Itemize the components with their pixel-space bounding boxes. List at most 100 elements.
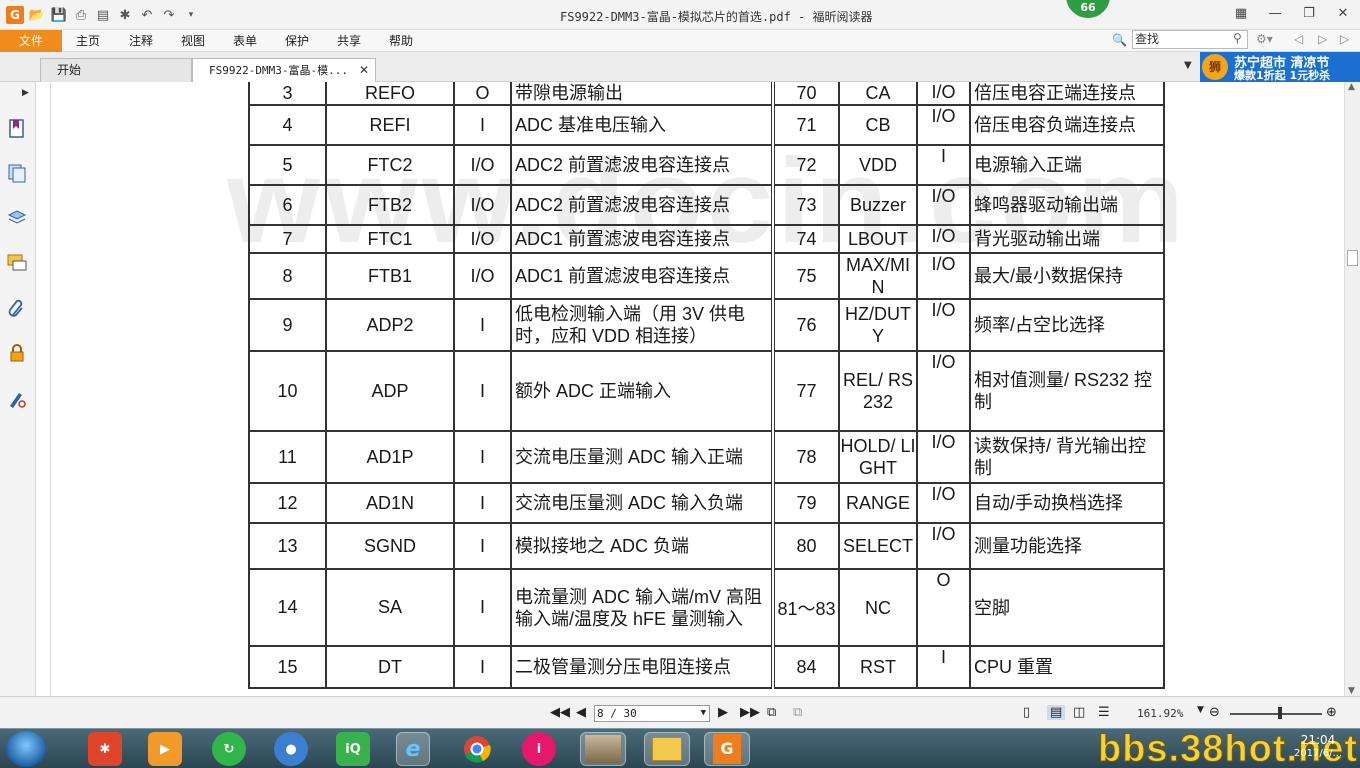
- menu-help[interactable]: 帮助: [389, 30, 413, 52]
- taskbar-chrome-icon[interactable]: [460, 732, 494, 766]
- taskbar-video-player-icon[interactable]: ▶: [148, 732, 182, 766]
- notification-badge[interactable]: 66: [1066, 0, 1110, 18]
- previous-page-icon[interactable]: ◀: [576, 705, 586, 720]
- properties-icon[interactable]: ▤: [94, 6, 112, 24]
- close-button[interactable]: ✕: [1326, 0, 1360, 26]
- table-cell-name2: HZ/DUTY: [838, 298, 918, 352]
- first-page-icon[interactable]: ◀◀: [550, 705, 570, 720]
- zoom-in-icon[interactable]: ⊕: [1326, 705, 1337, 720]
- find-icon[interactable]: 🔍: [1112, 33, 1128, 49]
- advertisement-banner[interactable]: 狮 苏宁超市 清凉节 爆款1折起 1元秒杀: [1200, 52, 1360, 82]
- table-cell-no: 12: [248, 482, 327, 524]
- system-clock[interactable]: 21:04 2017/6/...: [1288, 733, 1348, 761]
- scroll-down-icon[interactable]: ▼: [1348, 686, 1355, 696]
- table-cell-name2: SELECT: [838, 522, 918, 570]
- page-left-edge: [50, 82, 51, 696]
- comments-icon[interactable]: [6, 252, 28, 274]
- tab-list-chevron-down-icon[interactable]: ▼: [1184, 60, 1192, 71]
- search-input[interactable]: 查找: [1132, 30, 1248, 49]
- table-row: 11 AD1P I 交流电压量测 ADC 输入正端 78 HOLD/ LIGHT I/O 读数…: [248, 430, 1165, 484]
- table-row: 14 SA I 电流量测 ADC 输入端/mV 高阻输入端/温度及 hFE 量测输入 8…: [248, 568, 1165, 647]
- taskbar-ie-icon[interactable]: e: [396, 732, 430, 766]
- minimize-button[interactable]: —: [1258, 0, 1292, 26]
- print-icon[interactable]: ⎙: [72, 6, 90, 24]
- save-icon[interactable]: 💾: [50, 6, 68, 24]
- zoom-dropdown-icon[interactable]: ▼: [1197, 705, 1204, 715]
- taskbar-photo-icon[interactable]: [580, 732, 626, 766]
- page-number-field[interactable]: 8 / 30 ▼: [594, 705, 710, 722]
- back-icon[interactable]: ◁: [1294, 32, 1303, 46]
- tab-start-label: 开始: [57, 63, 82, 77]
- scroll-up-icon[interactable]: ▲: [1348, 82, 1355, 92]
- table-cell-desc: 二极管量测分压电阻连接点: [510, 645, 774, 689]
- tab-close-icon[interactable]: ✕: [359, 59, 369, 81]
- next-page-icon[interactable]: ▶: [718, 705, 728, 720]
- taskbar-pdf-reader-icon[interactable]: G: [704, 732, 750, 766]
- page-dropdown-icon[interactable]: ▼: [701, 706, 706, 721]
- menu-form[interactable]: 表单: [233, 30, 257, 52]
- zoom-level[interactable]: 161.92%: [1137, 707, 1183, 720]
- zoom-slider[interactable]: [1230, 713, 1322, 715]
- menu-view[interactable]: 视图: [181, 30, 205, 52]
- customize-icon[interactable]: ▾: [182, 6, 200, 24]
- table-cell-desc: ADC2 前置滤波电容连接点: [510, 144, 774, 186]
- layers-icon[interactable]: [6, 206, 28, 228]
- start-button[interactable]: [6, 731, 46, 767]
- attachment-icon[interactable]: [6, 298, 28, 320]
- menu-file[interactable]: 文件: [0, 30, 62, 52]
- copy-page-icon[interactable]: ⧉: [767, 705, 776, 720]
- last-page-icon[interactable]: ▶▶: [740, 705, 760, 720]
- table-cell-name: DT: [325, 645, 455, 689]
- table-cell-no2: 72: [771, 144, 840, 186]
- taskbar-iqiyi-icon[interactable]: iQ: [336, 732, 370, 766]
- taskbar-folder-icon[interactable]: [644, 732, 690, 766]
- skin-icon[interactable]: ▦: [1224, 0, 1258, 26]
- zoom-out-icon[interactable]: ⊖: [1209, 705, 1220, 720]
- menu-home[interactable]: 主页: [76, 30, 100, 52]
- table-cell-desc2: 空脚: [969, 568, 1165, 647]
- table-cell-io2: I: [916, 645, 971, 689]
- taskbar: ✱ ▶ ↻ ● iQ e i G bbs.38hot.net 21:04 201…: [0, 728, 1360, 768]
- expand-panel-icon[interactable]: ▶: [22, 88, 29, 98]
- table-row: 13 SGND I 模拟接地之 ADC 负端 80 SELECT I/O 测量功能选择: [248, 522, 1165, 570]
- zoom-slider-thumb[interactable]: [1278, 707, 1282, 719]
- menu-comment[interactable]: 注释: [129, 30, 153, 52]
- signature-icon[interactable]: [6, 388, 28, 410]
- pages-icon[interactable]: [6, 162, 28, 184]
- menu-protect[interactable]: 保护: [285, 30, 309, 52]
- lock-icon[interactable]: [6, 342, 28, 364]
- table-cell-io: I: [453, 430, 512, 484]
- menu-share[interactable]: 共享: [337, 30, 361, 52]
- taskbar-app-icon[interactable]: i: [522, 732, 556, 766]
- search-icon[interactable]: ⚲: [1233, 31, 1247, 47]
- maximize-button[interactable]: ❐: [1292, 0, 1326, 26]
- open-icon[interactable]: 📂: [28, 6, 46, 24]
- undo-icon[interactable]: ↶: [138, 6, 156, 24]
- single-page-icon[interactable]: ▯: [1023, 705, 1030, 720]
- table-cell-name: ADP: [325, 350, 455, 432]
- vertical-scrollbar[interactable]: ▲ ▼: [1344, 82, 1360, 696]
- taskbar-messenger-icon[interactable]: ●: [274, 732, 308, 766]
- taskbar-update-icon[interactable]: ↻: [212, 732, 246, 766]
- paste-page-icon[interactable]: ⧉: [793, 705, 802, 720]
- bookmark-icon[interactable]: [6, 118, 28, 140]
- tab-start[interactable]: 开始: [40, 58, 192, 82]
- forward-icon[interactable]: ▷: [1318, 32, 1327, 46]
- settings-icon[interactable]: ⚙▾: [1256, 32, 1273, 46]
- scroll-thumb[interactable]: [1347, 250, 1358, 266]
- more-icon[interactable]: ▷: [1340, 32, 1349, 46]
- tab-document[interactable]: FS9922-DMM3-富晶-模... ✕: [192, 58, 376, 82]
- taskbar-app-browser-icon[interactable]: ✱: [88, 732, 122, 766]
- document-viewport[interactable]: www.docin.com 3 REFO O 带隙电源输出 70 CA I/O 倍压电容正端连…: [37, 82, 1344, 696]
- table-cell-name: SGND: [325, 522, 455, 570]
- table-cell-no: 5: [248, 144, 327, 186]
- table-cell-desc: 交流电压量测 ADC 输入正端: [510, 430, 774, 484]
- app-logo-icon[interactable]: G: [6, 6, 24, 24]
- continuous-page-icon[interactable]: ▤: [1047, 705, 1066, 720]
- continuous-facing-icon[interactable]: ☰: [1098, 705, 1110, 720]
- table-cell-io: I: [453, 350, 512, 432]
- table-cell-desc2: 倍压电容正端连接点: [969, 82, 1165, 106]
- redo-icon[interactable]: ↷: [160, 6, 178, 24]
- facing-pages-icon[interactable]: ◫: [1073, 705, 1085, 720]
- new-icon[interactable]: ✱: [116, 6, 134, 24]
